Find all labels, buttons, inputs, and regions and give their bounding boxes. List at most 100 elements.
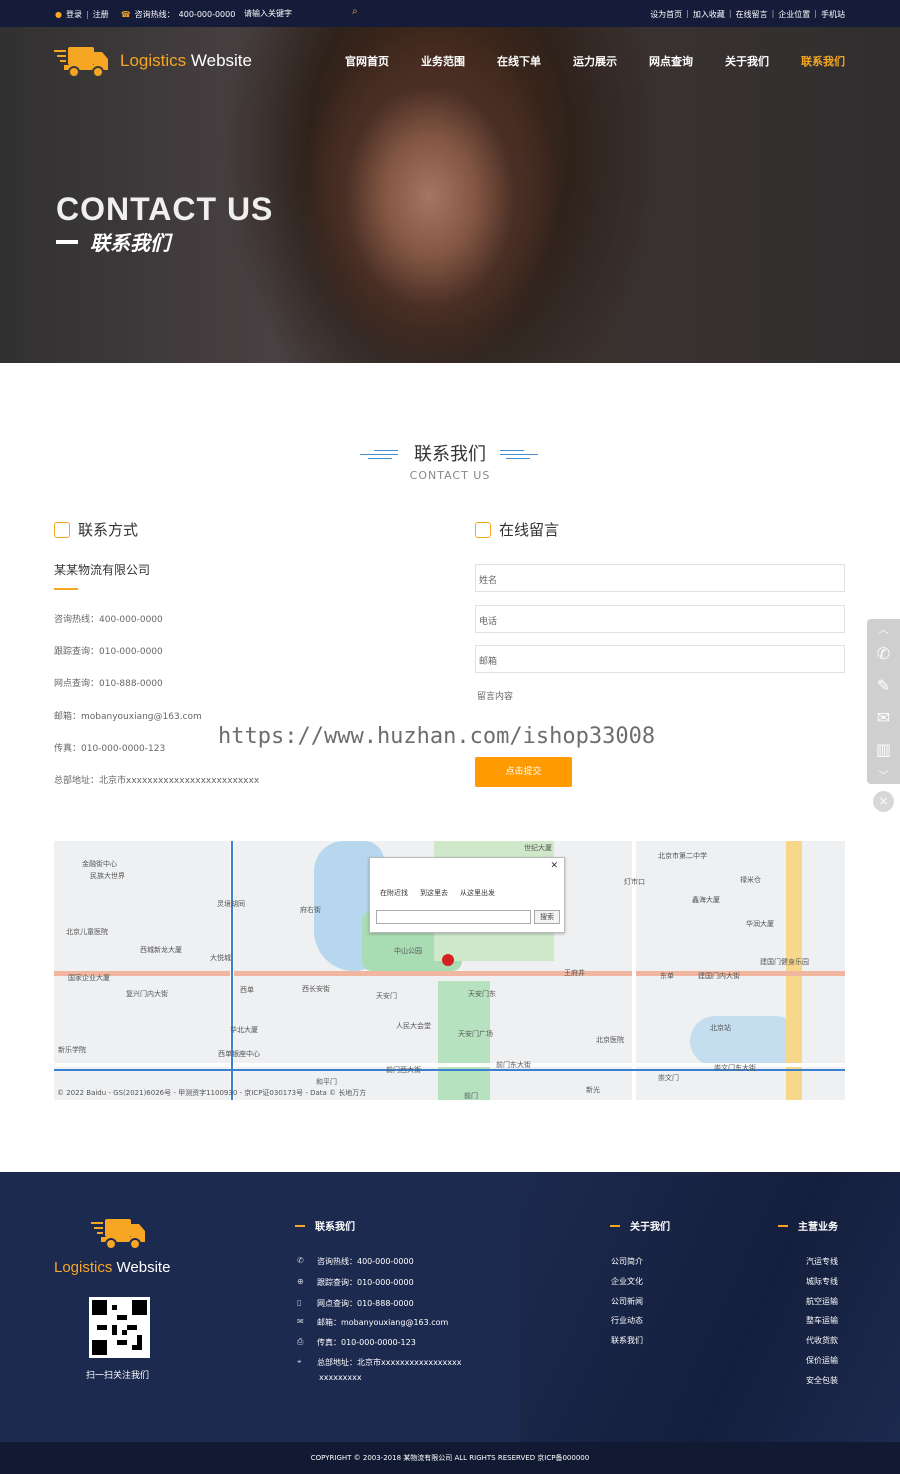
- map-label: 前门: [464, 1092, 478, 1100]
- brand-name-orange: Logistics: [120, 51, 187, 70]
- footer-link-business[interactable]: 汽运专线: [806, 1256, 838, 1267]
- map-icon[interactable]: ▥: [867, 733, 900, 765]
- chevron-up-icon[interactable]: ︿: [867, 619, 900, 637]
- map-label: 建国门内大街: [698, 972, 740, 980]
- set-homepage-link[interactable]: 设为首页: [650, 9, 682, 20]
- footer-link-news[interactable]: 公司新闻: [611, 1296, 643, 1307]
- footer-link-business[interactable]: 航空运输: [806, 1296, 838, 1307]
- add-favorite-link[interactable]: 加入收藏: [693, 9, 725, 20]
- contact-fax: 传真：010-000-0000-123: [54, 744, 166, 754]
- map-label: 北京站: [710, 1024, 731, 1032]
- divider: |: [814, 9, 817, 18]
- footer-link-business[interactable]: 保价运输: [806, 1355, 838, 1366]
- nav-contact[interactable]: 联系我们: [801, 53, 845, 69]
- email-field[interactable]: 邮箱: [475, 645, 845, 673]
- user-icon: ●: [55, 10, 62, 19]
- phone-field[interactable]: 电话: [475, 605, 845, 633]
- map-label: 新乐学院: [58, 1046, 86, 1054]
- search-input[interactable]: 请输入关键字: [244, 8, 366, 20]
- map-label: 人民大会堂: [396, 1022, 431, 1030]
- brand-name: Logistics Website: [120, 51, 252, 71]
- map-label: 崇文门东大街: [714, 1064, 756, 1072]
- register-link[interactable]: 注册: [93, 9, 109, 20]
- footer-link-company-intro[interactable]: 公司简介: [611, 1256, 643, 1267]
- phone-icon[interactable]: ✆: [867, 637, 900, 669]
- mobile-site-link[interactable]: 手机站: [821, 9, 845, 20]
- footer-business-heading-text: 主营业务: [798, 1222, 838, 1233]
- nav-order[interactable]: 在线下单: [497, 53, 541, 69]
- tab-start-here[interactable]: 从这里出发: [460, 888, 495, 898]
- nav-about[interactable]: 关于我们: [725, 53, 769, 69]
- chevron-down-icon[interactable]: ﹀: [867, 765, 900, 783]
- section-title-cn: 联系我们: [414, 444, 486, 465]
- footer-link-business[interactable]: 整车运输: [806, 1315, 838, 1326]
- map-copyright: © 2022 Baidu - GS(2021)6026号 - 甲测资字11009…: [57, 1089, 367, 1097]
- tab-nearby[interactable]: 在附近找: [380, 888, 408, 898]
- footer-contact-text: 传真：010-000-0000-123: [317, 1338, 416, 1347]
- message-field[interactable]: 留言内容: [477, 689, 513, 702]
- footer-link-culture[interactable]: 企业文化: [611, 1276, 643, 1287]
- map-search-button[interactable]: 搜索: [534, 910, 560, 924]
- mobile-icon: ▯: [297, 1298, 302, 1307]
- map-label: 北京医院: [596, 1036, 624, 1044]
- truck-icon: [91, 1219, 145, 1250]
- company-underline: [54, 588, 78, 590]
- company-location-link[interactable]: 企业位置: [778, 9, 810, 20]
- map-label: 大悦城: [210, 954, 231, 962]
- hero-banner: Logistics Website 官网首页 业务范围 在线下单 运力展示 网点…: [0, 27, 900, 363]
- footer-link-industry[interactable]: 行业动态: [611, 1315, 643, 1326]
- nav-outlets[interactable]: 网点查询: [649, 53, 693, 69]
- hotline-label: 咨询热线：: [134, 10, 175, 19]
- footer-contact-row: ▯ 网点查询：010-888-0000: [297, 1298, 414, 1309]
- map-label: 天安门广场: [458, 1030, 493, 1038]
- footer-brand-white: Website: [116, 1259, 171, 1276]
- section-title: 联系我们 CONTACT US: [0, 440, 900, 482]
- nav-business[interactable]: 业务范围: [421, 53, 465, 69]
- map-label: 华润大厦: [746, 920, 774, 928]
- location-marker-icon[interactable]: [442, 954, 454, 966]
- nav-home[interactable]: 官网首页: [345, 53, 389, 69]
- footer-link-contact[interactable]: 联系我们: [611, 1335, 643, 1346]
- map-search-input[interactable]: [376, 910, 531, 924]
- site-logo[interactable]: Logistics Website: [54, 44, 252, 78]
- map-label: 华北大厦: [230, 1026, 258, 1034]
- footer-contact-text: xxxxxxxxx: [319, 1373, 362, 1382]
- close-icon[interactable]: ✕: [550, 861, 558, 871]
- map-label: 灵境胡同: [217, 900, 245, 908]
- footer-link-business[interactable]: 安全包装: [806, 1375, 838, 1386]
- divider: |: [686, 9, 689, 18]
- contact-heading: 联系方式: [54, 519, 138, 540]
- submit-button[interactable]: 点击提交: [475, 757, 572, 787]
- side-toolbar: ︿ ✆ ✎ ✉ ▥ ﹀: [867, 619, 900, 784]
- edit-icon[interactable]: ✎: [867, 669, 900, 701]
- map-label: 建国门健身乐园: [760, 958, 809, 966]
- qr-code-icon: [92, 1300, 147, 1355]
- map-label: 西长安街: [302, 985, 330, 993]
- map-label: 中山公园: [394, 947, 422, 955]
- login-link[interactable]: 登录: [66, 9, 82, 20]
- top-links: 设为首页 | 加入收藏 | 在线留言 | 企业位置 | 手机站: [650, 9, 845, 20]
- name-field[interactable]: 姓名: [475, 564, 845, 592]
- baidu-map[interactable]: 金融街中心 灵境胡同 府右街 中山公园 世纪大厦 北京市第二中学 灯市口 禄米仓…: [54, 841, 845, 1100]
- contact-email: 邮箱：mobanyouxiang@163.com: [54, 712, 202, 722]
- map-label: 北京儿童医院: [66, 928, 108, 936]
- map-label: 西城新龙大厦: [140, 946, 182, 954]
- top-bar: ● 登录 | 注册 ☎ 咨询热线： 400-000-0000 请输入关键字 ⌕ …: [0, 0, 900, 27]
- close-icon[interactable]: ×: [873, 791, 894, 812]
- mail-icon[interactable]: ✉: [867, 701, 900, 733]
- footer-contact-row: ⎙ 传真：010-000-0000-123: [297, 1337, 416, 1348]
- nav-capacity[interactable]: 运力展示: [573, 53, 617, 69]
- footer-about-heading-text: 关于我们: [630, 1222, 670, 1233]
- map-label: 府右街: [300, 906, 321, 914]
- map-label: 西单: [240, 986, 254, 994]
- footer-link-business[interactable]: 城际专线: [806, 1276, 838, 1287]
- footer-link-business[interactable]: 代收货款: [806, 1335, 838, 1346]
- tab-go-here[interactable]: 到这里去: [420, 888, 448, 898]
- map-label: 和平门: [316, 1078, 337, 1086]
- divider: |: [771, 9, 775, 18]
- form-heading-text: 在线留言: [499, 521, 560, 539]
- location-icon: ⌖: [297, 1357, 302, 1366]
- online-message-link[interactable]: 在线留言: [736, 9, 768, 20]
- footer-contact-heading-text: 联系我们: [315, 1222, 355, 1233]
- search-icon[interactable]: ⌕: [352, 6, 358, 17]
